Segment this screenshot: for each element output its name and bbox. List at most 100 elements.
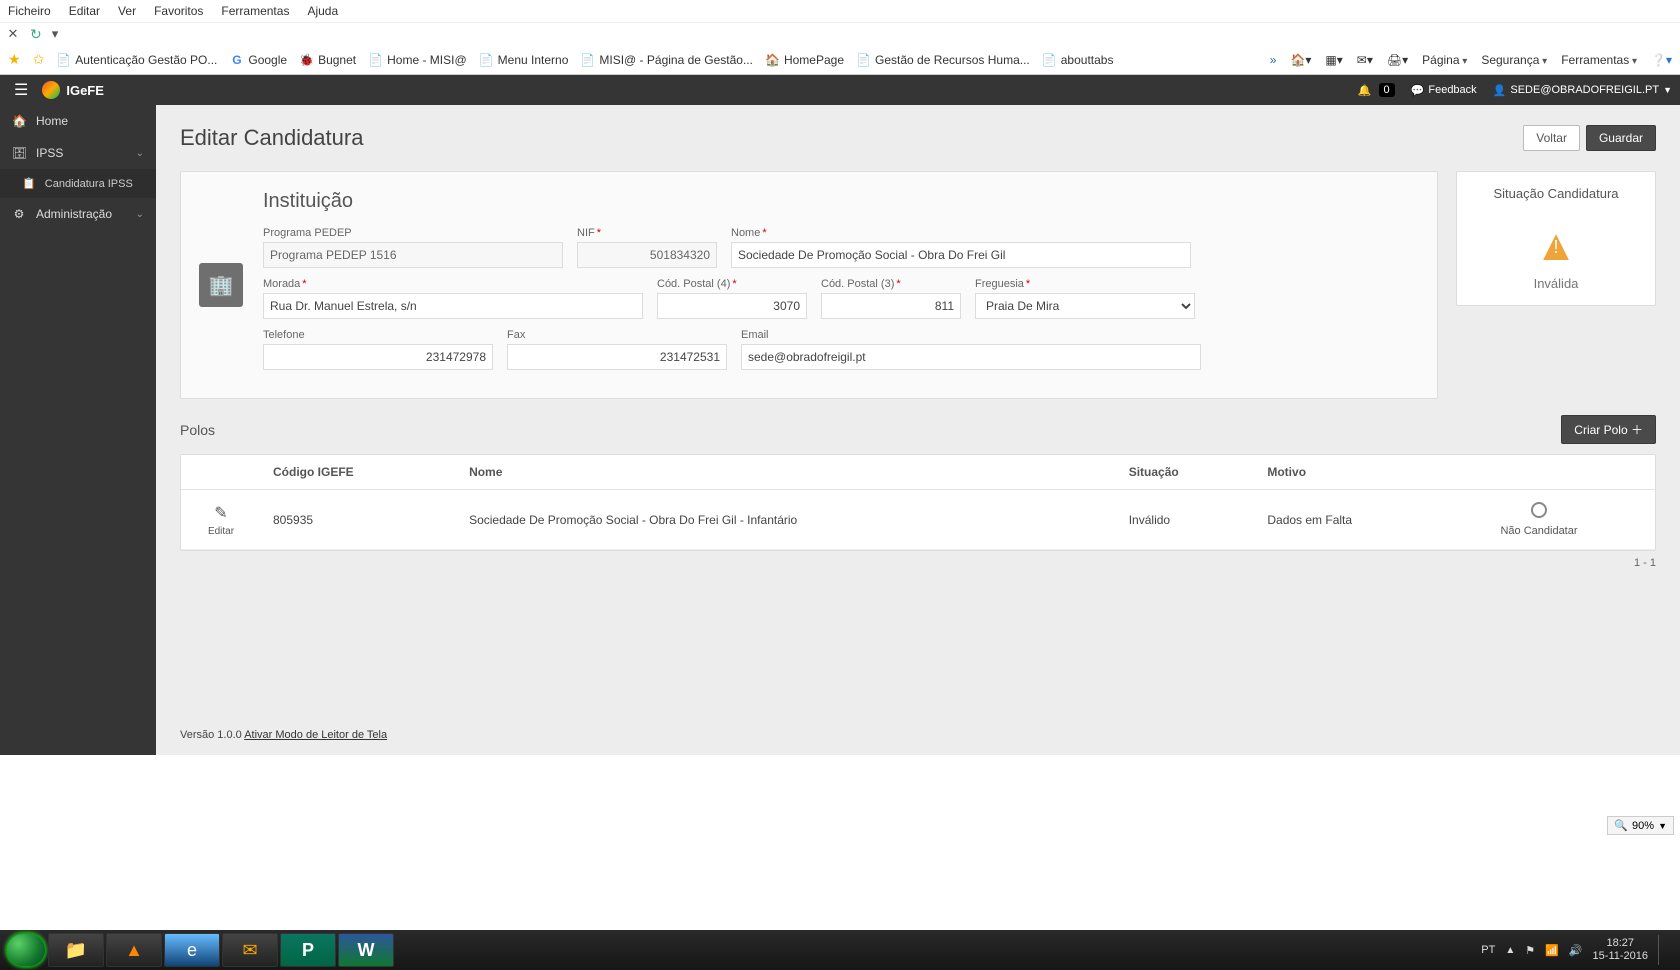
morada-input[interactable] [263, 293, 643, 319]
building-icon: 🏢 [199, 263, 243, 307]
dropdown-icon[interactable]: ▾ [52, 26, 59, 42]
refresh-icon[interactable]: ↻ [30, 26, 42, 43]
ie-menu-item[interactable]: Editar [69, 4, 100, 18]
warning-icon: ▲! [1471, 221, 1641, 258]
ie-menu-item[interactable]: Favoritos [154, 4, 203, 18]
plus-icon: ＋ [1631, 423, 1643, 437]
page-icon: 📄 [56, 52, 71, 67]
col-nome[interactable]: Nome [457, 455, 1117, 490]
col-codigo[interactable]: Código IGEFE [261, 455, 457, 490]
bookmark-item[interactable]: 🐞Bugnet [299, 52, 356, 67]
add-favorites-icon[interactable]: ✩ [33, 51, 45, 68]
home-icon: 🏠 [12, 114, 26, 128]
feedback-link[interactable]: 💬 Feedback [1411, 84, 1477, 97]
close-tab-icon[interactable]: ✕ [6, 26, 20, 42]
programa-input[interactable] [263, 242, 563, 268]
tray-expand-icon[interactable]: ▲ [1505, 945, 1515, 956]
page-footer: Versão 1.0.0 Ativar Modo de Leitor de Te… [156, 715, 1680, 755]
bookmark-item[interactable]: 🏠HomePage [765, 52, 844, 67]
bookmark-item[interactable]: 📄Menu Interno [479, 52, 569, 67]
save-button[interactable]: Guardar [1586, 125, 1656, 151]
clock[interactable]: 18:27 15-11-2016 [1593, 937, 1648, 963]
date-label: 15-11-2016 [1593, 950, 1648, 963]
edit-row-button[interactable]: ✎ Editar [181, 490, 261, 550]
telefone-input[interactable] [263, 344, 493, 370]
print-dropdown-icon[interactable]: 🖨▾ [1387, 53, 1408, 67]
brand-label: IGeFE [66, 83, 104, 98]
create-polo-button[interactable]: Criar Polo ＋ [1561, 415, 1656, 444]
chevron-down-icon: ▼ [1663, 85, 1672, 95]
ie-menu-item[interactable]: Ver [118, 4, 136, 18]
bookmark-item[interactable]: 📄MISI@ - Página de Gestão... [580, 52, 753, 67]
user-icon: 👤 [1493, 84, 1507, 97]
home-dropdown-icon[interactable]: 🏠▾ [1290, 53, 1311, 67]
bookmark-label: HomePage [784, 53, 844, 67]
task-ie[interactable]: e [164, 933, 220, 967]
sidebar-item-label: IPSS [36, 146, 63, 160]
cell-situacao: Inválido [1117, 490, 1256, 550]
sidebar-item-label: Home [36, 114, 68, 128]
back-button[interactable]: Voltar [1523, 125, 1580, 151]
ie-menu-item[interactable]: Ferramentas [221, 4, 289, 18]
ie-zoom-indicator[interactable]: 90% ▼ [1607, 816, 1674, 835]
task-vlc[interactable]: ▲ [106, 933, 162, 967]
start-button[interactable] [6, 933, 46, 967]
bookmark-label: Gestão de Recursos Huma... [875, 53, 1030, 67]
language-indicator[interactable]: PT [1481, 944, 1495, 956]
email-input[interactable] [741, 344, 1201, 370]
polos-table: Código IGEFE Nome Situação Motivo ✎ [180, 454, 1656, 551]
bookmark-item[interactable]: GGoogle [229, 52, 287, 67]
gear-icon: ⚙ [12, 207, 26, 221]
google-icon: G [229, 52, 244, 67]
field-label: Programa PEDEP [263, 227, 563, 239]
sidebar-subitem-candidatura[interactable]: 📋 Candidatura IPSS [0, 169, 156, 198]
sidebar-item-label: Candidatura IPSS [45, 178, 133, 190]
cp4-input[interactable] [657, 293, 807, 319]
flag-icon[interactable]: ⚑ [1525, 944, 1535, 957]
cp3-input[interactable] [821, 293, 961, 319]
bug-icon: 🐞 [299, 52, 314, 67]
security-menu[interactable]: Segurança [1481, 53, 1547, 67]
col-situacao[interactable]: Situação [1117, 455, 1256, 490]
col-motivo[interactable]: Motivo [1255, 455, 1459, 490]
bookmark-item[interactable]: 📄abouttabs [1042, 52, 1114, 67]
time-label: 18:27 [1593, 937, 1648, 950]
fax-input[interactable] [507, 344, 727, 370]
feeds-dropdown-icon[interactable]: ▦▾ [1325, 53, 1342, 67]
nome-input[interactable] [731, 242, 1191, 268]
nao-candidatar-toggle[interactable]: Não Candidatar [1459, 490, 1619, 550]
bookmark-item[interactable]: 📄Autenticação Gestão PO... [56, 52, 217, 67]
network-icon[interactable]: 📶 [1545, 944, 1559, 957]
page-menu[interactable]: Página [1422, 53, 1467, 67]
notifications-button[interactable]: 🔔 0 [1358, 83, 1395, 97]
field-label: NIF* [577, 227, 717, 239]
system-tray[interactable]: PT ▲ ⚑ 📶 🔊 18:27 15-11-2016 [1473, 935, 1674, 965]
task-project[interactable]: P [280, 933, 336, 967]
status-panel: Situação Candidatura ▲! Inválida [1456, 171, 1656, 306]
sidebar-item-ipss[interactable]: 🗄 IPSS ⌄ [0, 137, 156, 169]
bookmark-item[interactable]: 📄Gestão de Recursos Huma... [856, 52, 1030, 67]
bookmark-item[interactable]: 📄Home - MISI@ [368, 52, 467, 67]
mail-dropdown-icon[interactable]: ✉▾ [1357, 53, 1373, 67]
task-explorer[interactable]: 📁 [48, 933, 104, 967]
task-word[interactable]: W [338, 933, 394, 967]
screen-reader-link[interactable]: Ativar Modo de Leitor de Tela [244, 729, 387, 741]
sidebar-item-admin[interactable]: ⚙ Administração ⌄ [0, 198, 156, 230]
overflow-icon[interactable]: » [1270, 53, 1277, 67]
show-desktop[interactable] [1658, 935, 1666, 965]
user-menu[interactable]: 👤 SEDE@OBRADOFREIGIL.PT ▼ [1493, 84, 1672, 97]
menu-toggle-icon[interactable]: ☰ [8, 80, 34, 100]
favorites-star-icon[interactable]: ★ [8, 51, 21, 68]
ie-menu-item[interactable]: Ficheiro [8, 4, 51, 18]
volume-icon[interactable]: 🔊 [1569, 944, 1583, 957]
windows-taskbar: 📁 ▲ e ✉ P W PT ▲ ⚑ 📶 🔊 18:27 15-11-2016 [0, 930, 1680, 970]
tools-menu[interactable]: Ferramentas [1561, 53, 1637, 67]
task-outlook[interactable]: ✉ [222, 933, 278, 967]
freguesia-select[interactable]: Praia De Mira [975, 293, 1195, 319]
nif-input[interactable] [577, 242, 717, 268]
app-logo[interactable]: IGeFE [42, 81, 104, 99]
sidebar-item-home[interactable]: 🏠 Home [0, 105, 156, 137]
help-icon[interactable]: ❔▾ [1651, 53, 1672, 67]
cell-motivo: Dados em Falta [1255, 490, 1459, 550]
ie-menu-item[interactable]: Ajuda [307, 4, 338, 18]
